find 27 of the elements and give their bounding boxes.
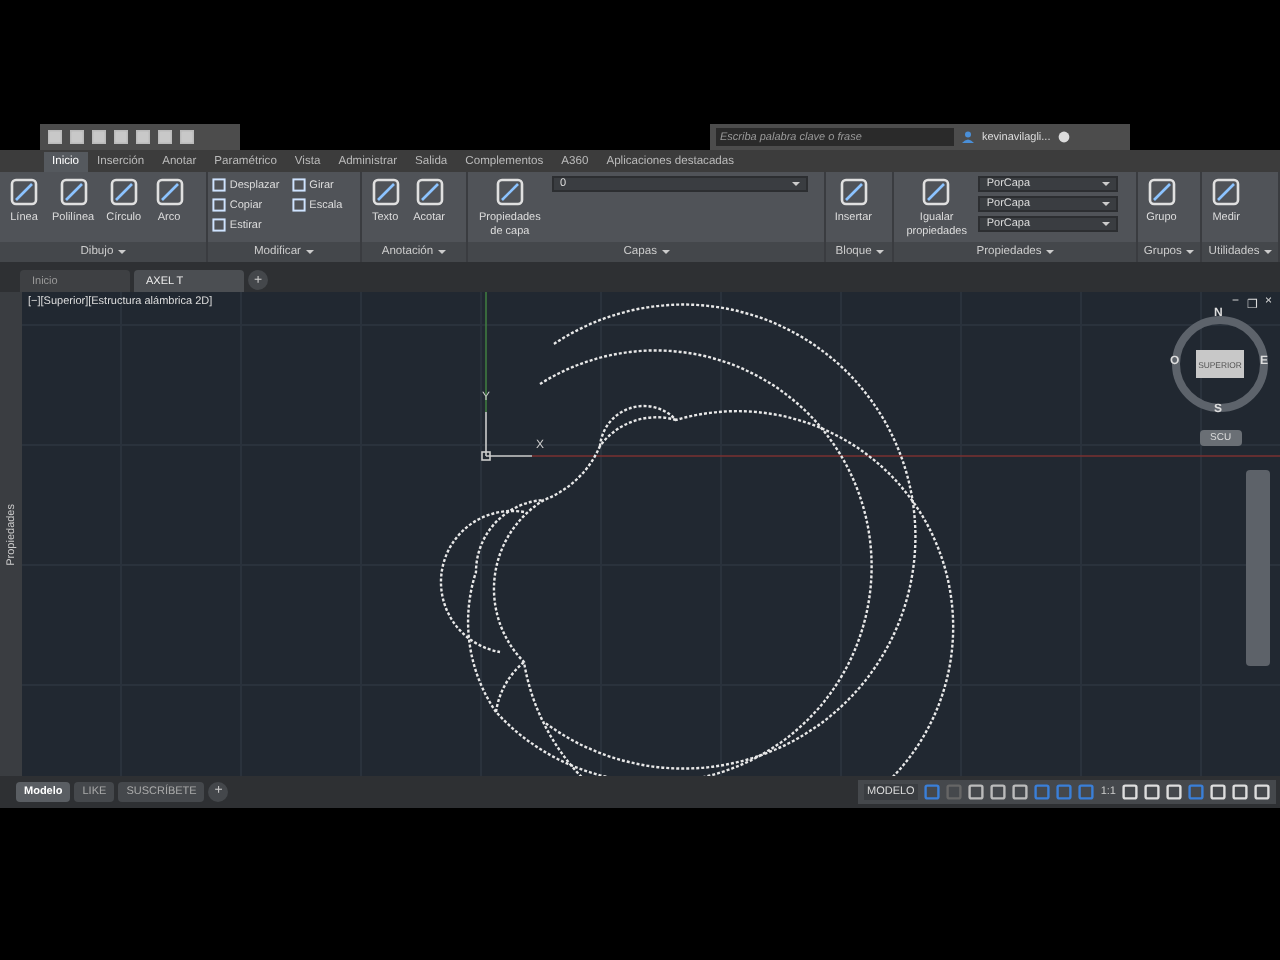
caret-icon [875, 250, 884, 254]
tool-icon [1145, 176, 1178, 208]
tool-icon [8, 176, 40, 208]
caret-icon [1102, 202, 1111, 206]
tool-icon [493, 176, 526, 208]
caret-icon [117, 250, 126, 254]
caret-icon [1102, 222, 1111, 226]
caret-icon [1102, 182, 1111, 186]
caret-icon [305, 250, 313, 254]
tool-icon [57, 176, 90, 208]
tool-icon [153, 176, 186, 208]
caret-icon [437, 250, 446, 254]
caret-icon [1185, 250, 1194, 254]
tool-icon [837, 176, 870, 208]
y-axis-line [485, 292, 487, 413]
user-icon [962, 130, 974, 144]
tool-icon [369, 176, 402, 208]
tool-icon [920, 176, 953, 208]
help-icon[interactable] [1058, 130, 1071, 144]
caret-icon [661, 250, 669, 254]
ucs-icon [481, 411, 533, 461]
tool-icon [413, 176, 446, 208]
caret-icon [791, 182, 800, 186]
caret-icon [1045, 250, 1054, 254]
tool-icon [1210, 176, 1243, 208]
tool-icon [107, 176, 140, 208]
caret-icon [1263, 250, 1272, 254]
